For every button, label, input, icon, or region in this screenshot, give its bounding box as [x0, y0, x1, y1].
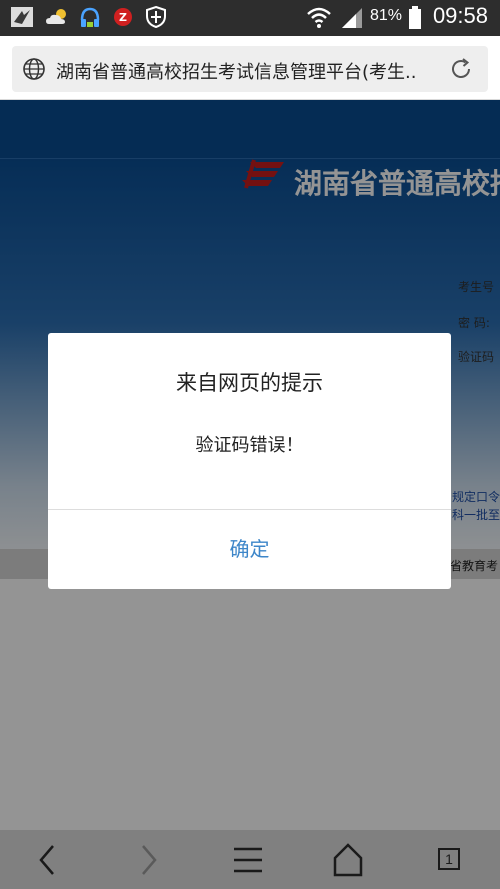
- alert-dialog: 来自网页的提示 验证码错误！ 确定: [48, 333, 451, 589]
- reload-icon[interactable]: [448, 56, 474, 86]
- security-icon: [146, 5, 166, 32]
- battery-icon: [408, 6, 422, 34]
- dialog-message: 验证码错误！: [195, 435, 304, 456]
- globe-icon: [22, 57, 46, 85]
- battery-percent: 81%: [370, 7, 403, 24]
- tabs-icon: 1: [438, 848, 460, 870]
- back-icon[interactable]: [26, 840, 70, 880]
- status-bar: Z 81% 09:58: [0, 0, 500, 36]
- ok-button[interactable]: 确定: [48, 510, 451, 589]
- url-text[interactable]: 湖南省普通高校招生考试信息管理平台(考生...: [56, 58, 416, 84]
- clock: 09:58: [432, 3, 488, 28]
- svg-text:Z: Z: [119, 11, 127, 24]
- home-icon[interactable]: [326, 840, 370, 880]
- signal-icon: [340, 7, 364, 33]
- dialog-title: 来自网页的提示: [176, 371, 323, 395]
- app-notification-icon: [10, 6, 34, 32]
- menu-icon[interactable]: [226, 840, 270, 880]
- shield-z-icon: Z: [112, 6, 134, 32]
- headset-icon: [78, 6, 102, 34]
- address-bar[interactable]: 湖南省普通高校招生考试信息管理平台(考生...: [12, 46, 488, 92]
- wifi-icon: [306, 5, 332, 33]
- tabs-button[interactable]: 1: [426, 840, 470, 880]
- browser-bottom-nav: 1: [0, 830, 500, 889]
- forward-icon[interactable]: [126, 840, 170, 880]
- browser-toolbar: 湖南省普通高校招生考试信息管理平台(考生...: [0, 36, 500, 100]
- weather-icon: [44, 6, 70, 32]
